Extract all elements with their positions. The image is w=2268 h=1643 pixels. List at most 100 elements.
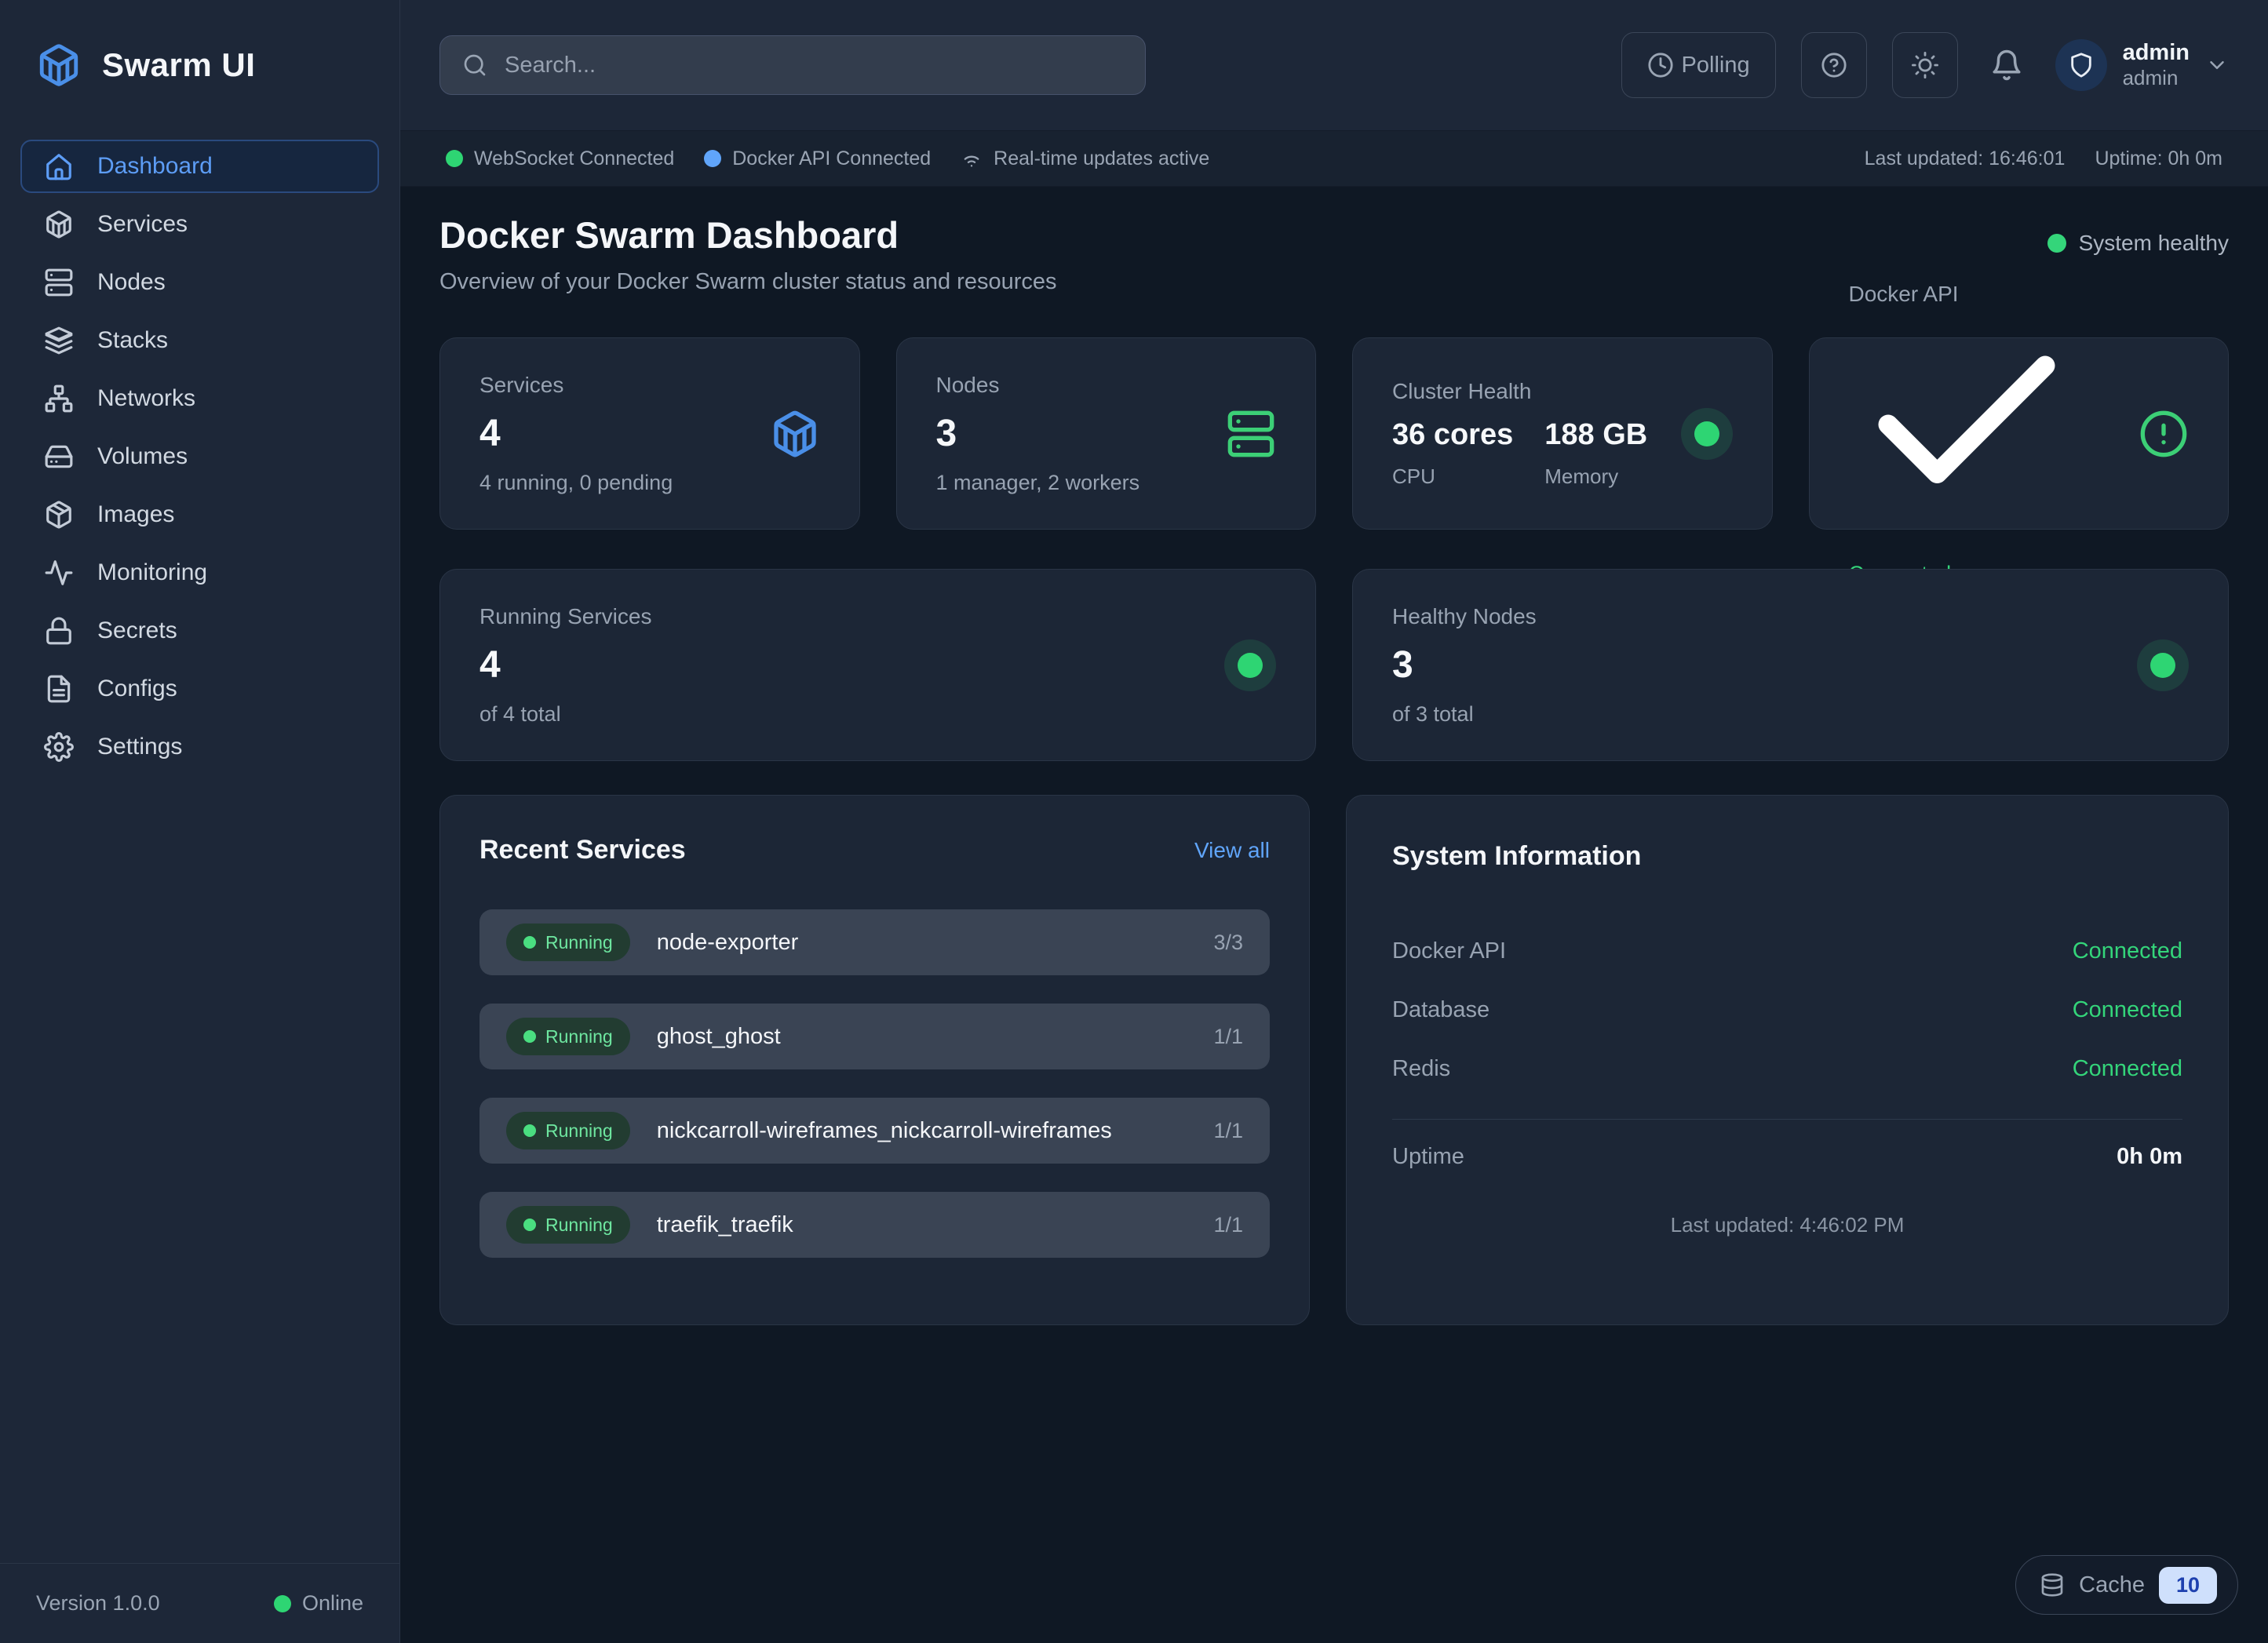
layers-icon [44,326,74,355]
search-input[interactable] [505,53,1123,78]
user-menu[interactable]: admin admin [2055,39,2229,91]
cache-button[interactable]: Cache 10 [2015,1555,2238,1615]
sidebar-item-label: Secrets [97,617,177,644]
realtime-status: Real-time updates active [961,148,1209,170]
service-name: ghost_ghost [657,1024,1187,1050]
nodes-card-sub: 1 manager, 2 workers [936,471,1140,495]
user-role: admin [2123,67,2190,90]
panels-row: Recent Services View all Running node-ex [439,795,2229,1325]
cpu-label: CPU [1392,464,1513,489]
bell-icon [1990,49,2023,82]
running-services-value: 4 [479,643,651,687]
notifications-button[interactable] [1983,32,2030,98]
running-services-pulse-icon [1224,639,1276,691]
service-name: traefik_traefik [657,1212,1187,1238]
services-card-sub: 4 running, 0 pending [479,471,673,495]
theme-toggle-button[interactable] [1892,32,1958,98]
service-row-traefik-traefik[interactable]: Running traefik_traefik 1/1 [479,1192,1270,1258]
status-badge: Running [506,924,630,961]
sidebar-item-nodes[interactable]: Nodes [20,256,379,309]
service-row-node-exporter[interactable]: Running node-exporter 3/3 [479,909,1270,975]
user-name: admin [2123,40,2190,66]
nodes-card[interactable]: Nodes 3 1 manager, 2 workers [896,337,1317,530]
last-updated-label: Last updated: 16:46:01 [1865,148,2066,170]
app-window: Swarm UI Dashboard Services Nodes [0,0,2268,1643]
service-name: nickcarroll-wireframes_nickcarroll-wiref… [657,1118,1187,1144]
server-icon [44,268,74,297]
system-information-title: System Information [1392,841,1641,872]
services-card[interactable]: Services 4 4 running, 0 pending [439,337,860,530]
system-info-label: Database [1392,997,1490,1023]
home-icon [44,151,74,181]
sidebar-item-dashboard[interactable]: Dashboard [20,140,379,193]
healthy-nodes-sub: of 3 total [1392,702,1537,727]
polling-button[interactable]: Polling [1621,32,1776,98]
sidebar-item-services[interactable]: Services [20,198,379,251]
service-row-nickcarroll-wireframes-nickcarroll-wireframes[interactable]: Running nickcarroll-wireframes_nickcarro… [479,1098,1270,1164]
service-replicas: 1/1 [1213,1119,1243,1143]
search-box [439,35,1146,95]
docker-api-card[interactable]: Docker API Connected [1809,337,2230,530]
help-button[interactable] [1801,32,1867,98]
uptime-row-label: Uptime [1392,1144,1464,1170]
database-icon [2040,1572,2065,1597]
sun-icon [1912,52,1938,78]
server-icon [1226,409,1276,459]
swarm-logo-icon [36,42,82,88]
sidebar-item-stacks[interactable]: Stacks [20,314,379,367]
healthy-nodes-card[interactable]: Healthy Nodes 3 of 3 total [1352,569,2229,761]
cluster-health-card[interactable]: Cluster Health 36 cores CPU 188 GB Memor… [1352,337,1773,530]
chevron-down-icon [2205,53,2229,77]
service-row-ghost-ghost[interactable]: Running ghost_ghost 1/1 [479,1004,1270,1069]
status-label: Running [545,1215,613,1236]
memory-label: Memory [1544,464,1647,489]
services-card-value: 4 [479,412,673,455]
healthy-nodes-value: 3 [1392,643,1537,687]
running-dot-icon [523,1219,536,1231]
sidebar-item-secrets[interactable]: Secrets [20,604,379,658]
websocket-label: WebSocket Connected [474,148,674,170]
sidebar-item-label: Stacks [97,327,168,354]
online-label: Online [302,1591,363,1616]
online-dot-icon [274,1595,291,1612]
sidebar-item-monitoring[interactable]: Monitoring [20,546,379,599]
sidebar-item-volumes[interactable]: Volumes [20,430,379,483]
settings-icon [44,732,74,762]
status-label: Running [545,1120,613,1142]
recent-services-panel: Recent Services View all Running node-ex [439,795,1310,1325]
alert-circle-icon [2139,409,2189,459]
cache-count-badge: 10 [2159,1567,2217,1604]
cluster-health-label: Cluster Health [1392,379,1647,404]
sidebar-item-networks[interactable]: Networks [20,372,379,425]
recent-services-list: Running node-exporter 3/3 Running [479,909,1270,1258]
running-services-card[interactable]: Running Services 4 of 4 total [439,569,1316,761]
content-column: Polling admin admin [400,0,2268,1643]
service-name: node-exporter [657,930,1187,956]
sidebar-item-images[interactable]: Images [20,488,379,541]
sidebar-item-label: Configs [97,676,177,702]
check-icon [1849,532,2084,545]
sidebar-item-settings[interactable]: Settings [20,720,379,774]
status-badge: Running [506,1018,630,1055]
sidebar-item-label: Networks [97,385,195,412]
status-badge: Running [506,1206,630,1244]
online-status: Online [274,1591,363,1616]
healthy-nodes-label: Healthy Nodes [1392,604,1537,629]
box-icon [770,409,820,459]
status-badge: Running [506,1112,630,1149]
search-icon [462,53,487,78]
brand: Swarm UI [0,0,399,130]
sidebar-item-label: Images [97,501,174,528]
wifi-icon [961,148,983,169]
docker-api-card-label: Docker API [1849,282,2084,307]
stat-cards-row: Services 4 4 running, 0 pending Nodes 3 … [439,337,2229,530]
divider [1392,1119,2182,1120]
running-services-label: Running Services [479,604,651,629]
docker-api-label: Docker API Connected [732,148,931,170]
file-text-icon [44,674,74,704]
running-services-sub: of 4 total [479,702,651,727]
sidebar-item-configs[interactable]: Configs [20,662,379,716]
system-info-value: Connected [2073,997,2182,1023]
sidebar: Swarm UI Dashboard Services Nodes [0,0,400,1643]
view-all-link[interactable]: View all [1194,838,1270,863]
